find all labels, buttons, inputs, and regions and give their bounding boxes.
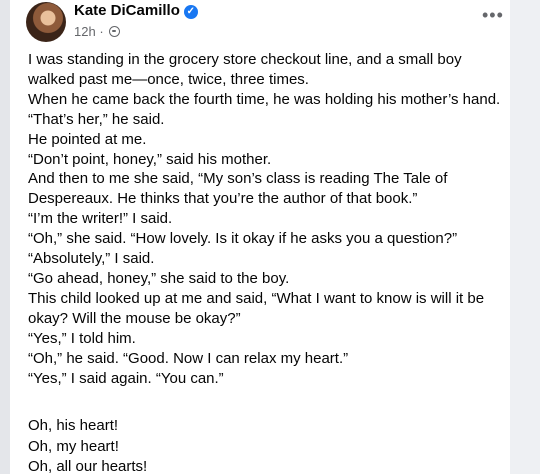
post-meta: 12h ·	[74, 24, 121, 39]
author-name[interactable]: Kate DiCamillo	[74, 2, 180, 19]
post-paragraph: When he came back the fourth time, he wa…	[28, 90, 501, 108]
more-options-icon[interactable]: •••	[482, 6, 504, 24]
post-paragraph: “Oh,” he said. “Good. Now I can relax my…	[28, 349, 349, 367]
post-timestamp[interactable]: 12h	[74, 24, 96, 39]
post-paragraph: “Go ahead, honey,” she said to the boy.	[28, 269, 290, 287]
post-paragraph: “Yes,” I told him.	[28, 329, 136, 347]
author-avatar[interactable]	[26, 2, 66, 42]
post-paragraph: “That’s her,” he said.	[28, 110, 165, 128]
post-paragraph: “Oh,” she said. “How lovely. Is it okay …	[28, 230, 458, 248]
post-paragraph: I was standing in the grocery store chec…	[28, 51, 462, 88]
coda-line: Oh, my heart!	[28, 437, 119, 455]
meta-separator: ·	[99, 24, 104, 39]
post-paragraph: This child looked up at me and said, “Wh…	[28, 289, 485, 327]
post-paragraph: “I’m the writer!” I said.	[28, 210, 173, 228]
post-card: Kate DiCamillo ✓ 12h · ••• I was standing…	[10, 0, 510, 474]
coda-line: Oh, all our hearts!	[28, 458, 148, 474]
post-paragraph: “Don’t point, honey,” said his mother.	[28, 150, 272, 168]
post-coda: Oh, his heart! Oh, my heart! Oh, all our…	[28, 416, 498, 474]
post-paragraph: “Absolutely,” I said.	[28, 250, 155, 268]
post-paragraph: “Yes,” I said again. “You can.”	[28, 369, 224, 387]
post-paragraph: He pointed at me.	[28, 130, 147, 148]
author-name-link[interactable]: Kate DiCamillo ✓	[74, 2, 198, 19]
verified-badge-icon: ✓	[183, 5, 198, 19]
post-paragraph: And then to me she said, “My son’s class…	[28, 170, 448, 208]
globe-icon[interactable]	[109, 26, 121, 37]
post-header: Kate DiCamillo ✓ 12h · •••	[26, 2, 503, 46]
coda-line: Oh, his heart!	[28, 417, 119, 434]
post-body: I was standing in the grocery store chec…	[28, 50, 503, 388]
page-margin	[510, 0, 540, 474]
